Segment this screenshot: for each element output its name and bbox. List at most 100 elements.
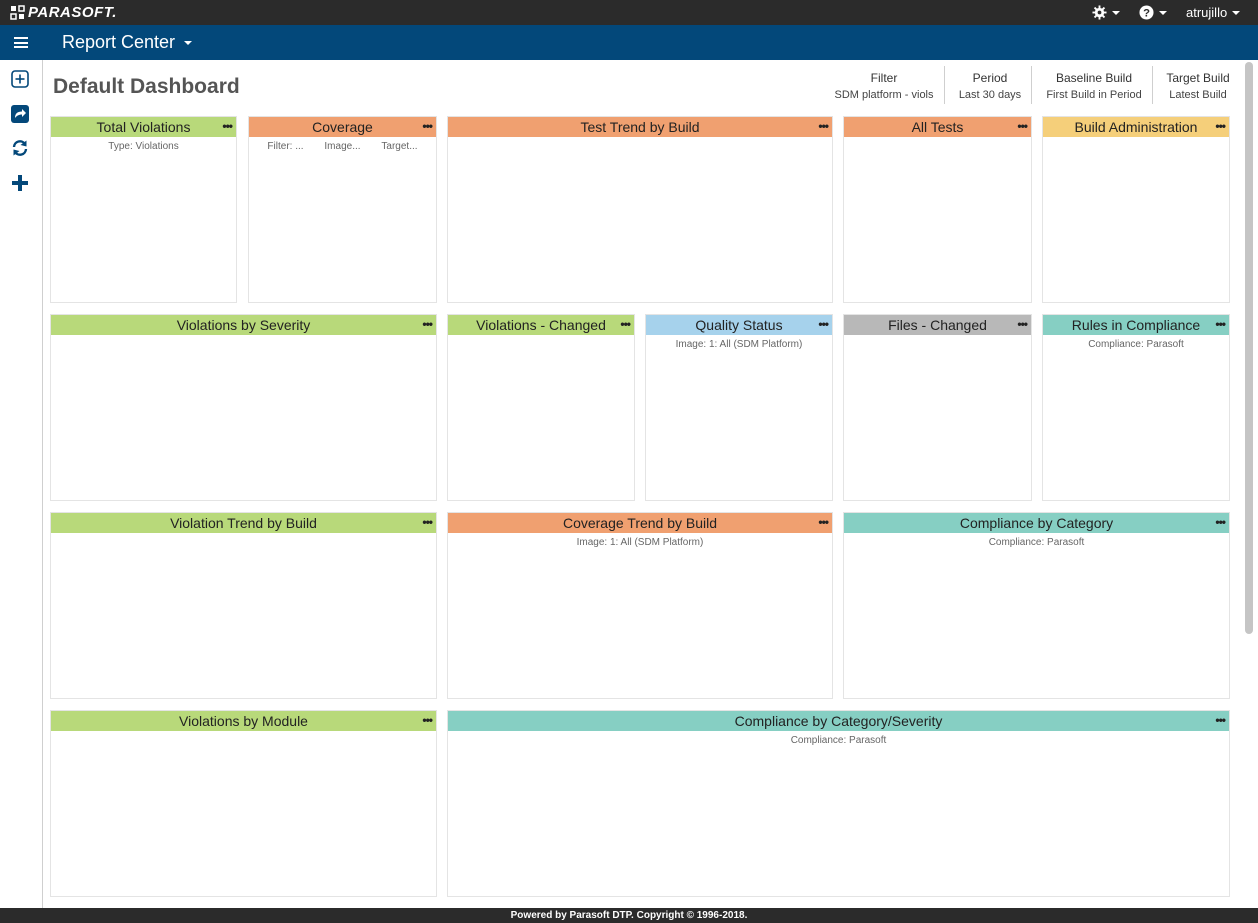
refresh-button[interactable]	[10, 138, 30, 158]
widget-title: Compliance by Category	[959, 515, 1114, 531]
widget-header: Violations by Module	[51, 711, 436, 731]
parasoft-wordmark: PARASOFT.	[28, 4, 117, 21]
scrollbar[interactable]	[1245, 62, 1253, 634]
widget-title: All Tests	[911, 119, 964, 135]
hamburger-menu-icon[interactable]	[14, 37, 28, 48]
widget-header: Compliance by Category	[844, 513, 1229, 533]
share-dashboard-button[interactable]	[10, 104, 30, 124]
widget-menu-icon[interactable]: •••	[1017, 117, 1028, 137]
baseline-build-label: Baseline Build	[1055, 71, 1133, 85]
widget-title: Violations by Module	[179, 713, 308, 729]
widget-title: Files - Changed	[888, 317, 987, 333]
widget-title: Violation Trend by Build	[170, 515, 317, 531]
dashboard-area: Default Dashboard Filter SDM platform - …	[43, 60, 1243, 908]
widget-subtitle: Image: 1: All (SDM Platform)	[576, 537, 704, 548]
widget-menu-icon[interactable]: •••	[422, 117, 433, 137]
widget-subtitle: Compliance: Parasoft	[1088, 339, 1184, 350]
report-center-menu[interactable]: Report Center	[62, 32, 193, 53]
baseline-build-value: First Build in Period	[1046, 89, 1142, 101]
widget-title: Compliance by Category/Severity	[734, 713, 943, 729]
filter-label: Filter	[870, 71, 898, 85]
widget-menu-icon[interactable]: •••	[818, 117, 829, 137]
widget-menu-icon[interactable]: •••	[620, 315, 631, 335]
add-widget-button[interactable]	[10, 69, 30, 89]
widget-coverage[interactable]: Coverage ••• Filter: ... Image... Target…	[248, 116, 437, 303]
widget-header: Violation Trend by Build	[51, 513, 436, 533]
widget-header: Quality Status	[646, 315, 832, 335]
target-build-value: Latest Build	[1169, 89, 1227, 101]
filter-value: SDM platform - viols	[834, 89, 934, 101]
widget-files-changed[interactable]: Files - Changed •••	[843, 314, 1032, 501]
widget-violation-trend-by-build[interactable]: Violation Trend by Build •••	[50, 512, 437, 699]
widget-violations-by-severity[interactable]: Violations by Severity •••	[50, 314, 437, 501]
widget-header: Total Violations	[51, 117, 236, 137]
widget-test-trend-by-build[interactable]: Test Trend by Build •••	[447, 116, 833, 303]
divider	[1031, 66, 1032, 104]
widget-header: Coverage	[249, 117, 436, 137]
add-box-icon	[11, 70, 29, 88]
widget-menu-icon[interactable]: •••	[222, 117, 233, 137]
widget-title: Total Violations	[96, 119, 191, 135]
widget-menu-icon[interactable]: •••	[422, 315, 433, 335]
widget-menu-icon[interactable]: •••	[422, 513, 433, 533]
new-dashboard-button[interactable]	[10, 173, 30, 193]
filter-selector[interactable]: Filter SDM platform - viols	[829, 70, 939, 104]
page-title: Default Dashboard	[53, 75, 240, 98]
widget-rules-in-compliance[interactable]: Rules in Compliance ••• Compliance: Para…	[1042, 314, 1230, 501]
refresh-icon	[12, 140, 28, 156]
nav-bar: Report Center	[0, 25, 1258, 60]
widget-quality-status[interactable]: Quality Status ••• Image: 1: All (SDM Pl…	[645, 314, 833, 501]
baseline-build-selector[interactable]: Baseline Build First Build in Period	[1037, 70, 1151, 104]
coverage-target-col: Target...	[381, 141, 418, 152]
widget-menu-icon[interactable]: •••	[1017, 315, 1028, 335]
widget-violations-changed[interactable]: Violations - Changed •••	[447, 314, 635, 501]
widget-menu-icon[interactable]: •••	[1215, 315, 1226, 335]
widget-title: Violations - Changed	[476, 317, 606, 333]
widget-title: Test Trend by Build	[580, 119, 700, 135]
widget-header: Test Trend by Build	[448, 117, 832, 137]
widget-title: Quality Status	[695, 317, 783, 333]
gear-icon	[1092, 5, 1107, 20]
widget-subtitle: Type: Violations	[108, 141, 179, 152]
widget-menu-icon[interactable]: •••	[1215, 513, 1226, 533]
widget-title: Coverage	[312, 119, 373, 135]
svg-text:?: ?	[1143, 8, 1150, 20]
help-menu[interactable]: ?	[1139, 0, 1167, 25]
widget-build-administration[interactable]: Build Administration •••	[1042, 116, 1230, 303]
period-label: Period	[972, 71, 1008, 85]
sidebar	[0, 60, 43, 908]
widget-violations-by-module[interactable]: Violations by Module •••	[50, 710, 437, 897]
widget-total-violations[interactable]: Total Violations ••• Type: Violations	[50, 116, 237, 303]
chevron-down-icon	[1112, 10, 1120, 15]
widget-header: Rules in Compliance	[1043, 315, 1229, 335]
period-value: Last 30 days	[958, 89, 1022, 101]
widget-subtitle: Compliance: Parasoft	[988, 537, 1085, 548]
widget-title: Violations by Severity	[176, 317, 311, 333]
widget-menu-icon[interactable]: •••	[818, 315, 829, 335]
widget-menu-icon[interactable]: •••	[818, 513, 829, 533]
widget-compliance-by-category-severity[interactable]: Compliance by Category/Severity ••• Comp…	[447, 710, 1230, 897]
target-build-selector[interactable]: Target Build Latest Build	[1157, 70, 1239, 104]
widget-coverage-trend-by-build[interactable]: Coverage Trend by Build ••• Image: 1: Al…	[447, 512, 833, 699]
widget-compliance-by-category[interactable]: Compliance by Category ••• Compliance: P…	[843, 512, 1230, 699]
settings-menu[interactable]	[1092, 0, 1120, 25]
chevron-down-icon	[1232, 10, 1241, 15]
widget-title: Coverage Trend by Build	[562, 515, 718, 531]
widget-header: Compliance by Category/Severity	[448, 711, 1229, 731]
divider	[1152, 66, 1153, 104]
user-menu[interactable]: atrujillo	[1186, 0, 1241, 25]
widget-all-tests[interactable]: All Tests •••	[843, 116, 1032, 303]
widget-menu-icon[interactable]: •••	[422, 711, 433, 731]
widget-subtitle: Image: 1: All (SDM Platform)	[675, 339, 803, 350]
footer-text: Powered by Parasoft DTP. Copyright © 199…	[510, 910, 748, 921]
period-selector[interactable]: Period Last 30 days	[952, 70, 1028, 104]
divider	[944, 66, 945, 104]
parasoft-logo: PARASOFT.	[10, 3, 117, 22]
widget-menu-icon[interactable]: •••	[1215, 711, 1226, 731]
chevron-down-icon	[184, 40, 193, 45]
coverage-image-col: Image...	[324, 141, 361, 152]
widget-menu-icon[interactable]: •••	[1215, 117, 1226, 137]
widget-subtitle: Compliance: Parasoft	[790, 735, 887, 746]
username: atrujillo	[1186, 5, 1228, 20]
widget-header: Coverage Trend by Build	[448, 513, 832, 533]
